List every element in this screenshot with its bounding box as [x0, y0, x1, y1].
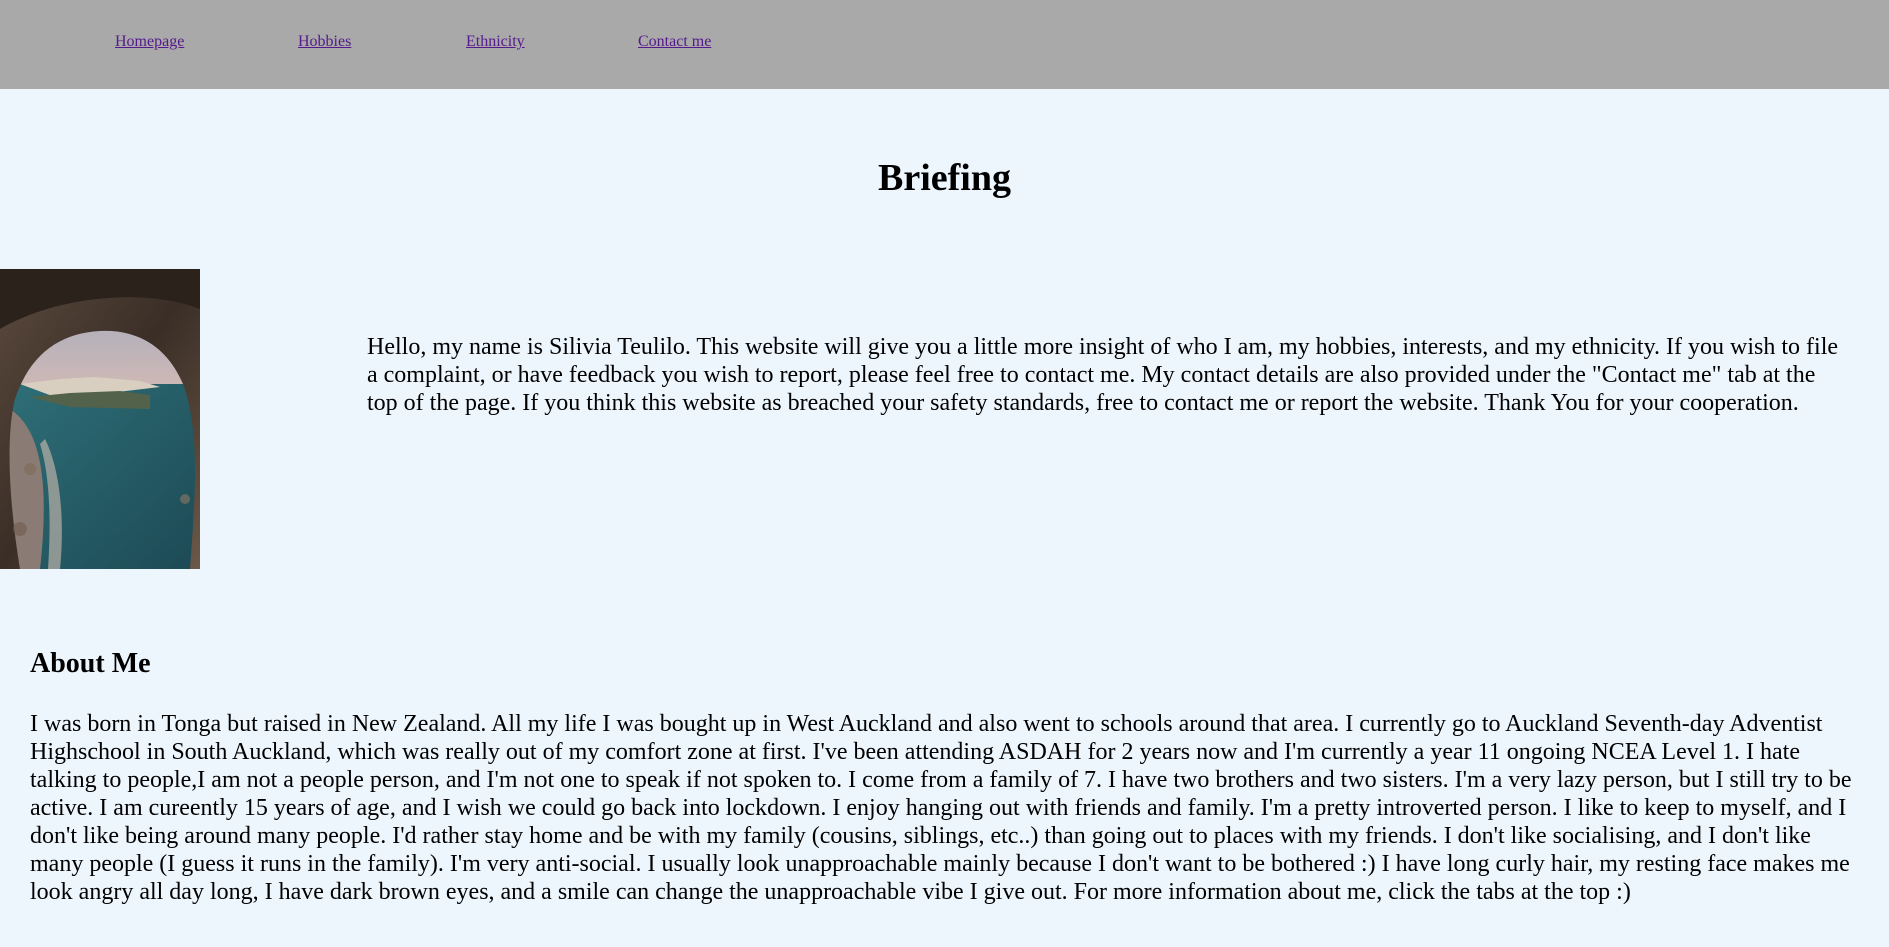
coastal-cave-photo [0, 269, 200, 569]
nav-link-hobbies[interactable]: Hobbies [298, 33, 351, 51]
briefing-paragraph: Hello, my name is Silivia Teulilo. This … [367, 334, 1839, 416]
nav-link-homepage[interactable]: Homepage [115, 33, 184, 51]
about-me-paragraph: I was born in Tonga but raised in New Ze… [30, 711, 1852, 905]
top-navigation-bar: Homepage Hobbies Ethnicity Contact me [0, 0, 1889, 89]
page-title: Briefing [878, 157, 1011, 199]
about-me-heading: About Me [30, 648, 151, 679]
nav-link-contact-me[interactable]: Contact me [638, 33, 711, 51]
nav-link-ethnicity[interactable]: Ethnicity [466, 33, 525, 51]
